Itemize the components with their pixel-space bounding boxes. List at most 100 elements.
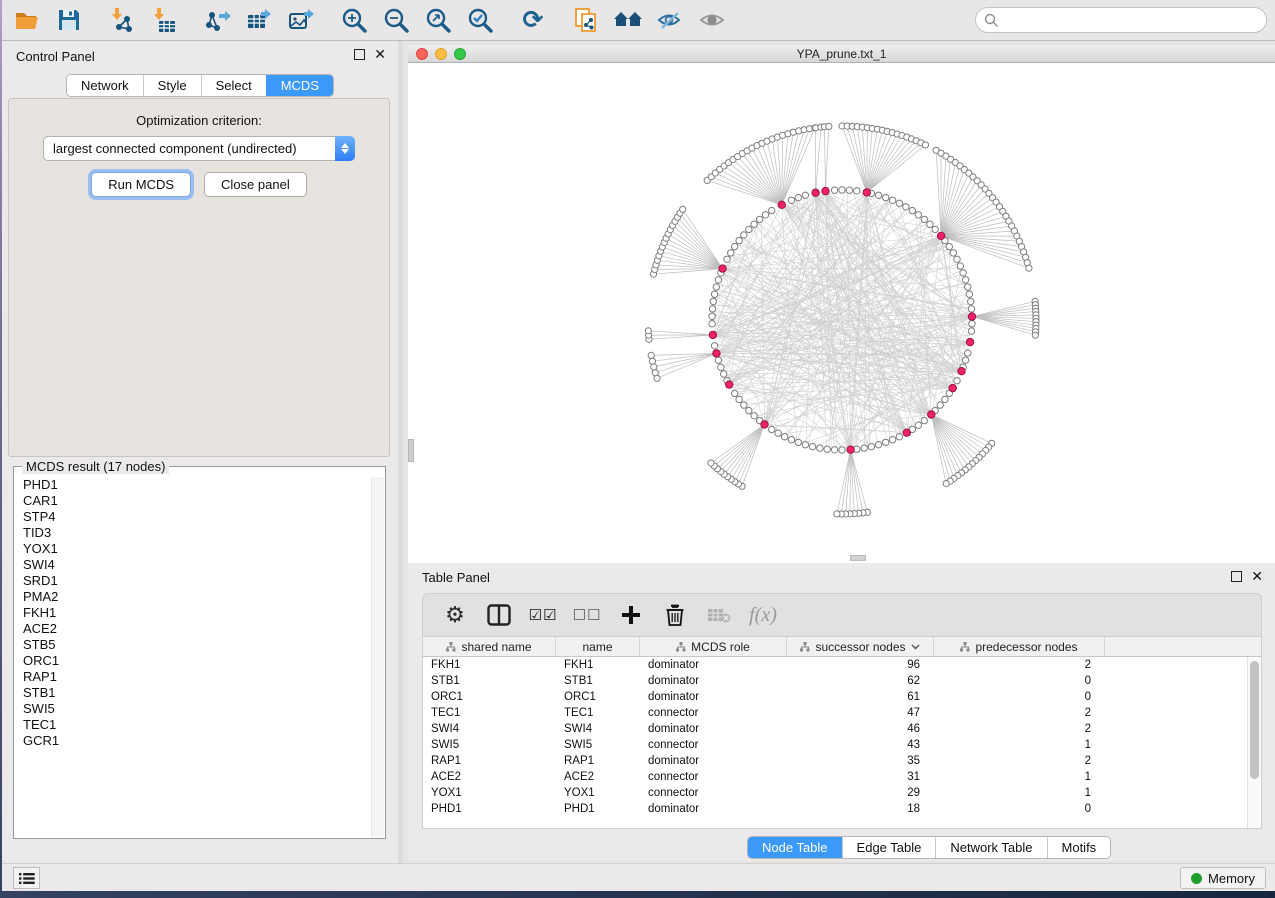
table-cell-mcds-role[interactable]: connector — [640, 769, 787, 785]
table-cell-predecessor-nodes[interactable]: 0 — [934, 689, 1105, 705]
table-row[interactable]: SWI5SWI5connector431 — [423, 737, 1247, 753]
table-row[interactable]: ORC1ORC1dominator610 — [423, 689, 1247, 705]
panel-splitter-handle[interactable] — [850, 555, 866, 561]
mcds-list-scrollbar[interactable] — [371, 477, 384, 837]
column-header-successor-nodes[interactable]: successor nodes — [787, 637, 934, 656]
zoom-in-icon[interactable] — [337, 3, 371, 37]
table-settings-icon[interactable]: ⚙ — [437, 597, 473, 633]
search-input[interactable] — [975, 7, 1267, 33]
table-row[interactable]: FKH1FKH1dominator962 — [423, 657, 1247, 673]
table-cell-successor-nodes[interactable]: 46 — [787, 721, 934, 737]
table-cell-mcds-role[interactable]: dominator — [640, 673, 787, 689]
mcds-result-item[interactable]: SWI5 — [15, 701, 371, 717]
table-cell-successor-nodes[interactable]: 96 — [787, 657, 934, 673]
table-cell-mcds-role[interactable]: connector — [640, 705, 787, 721]
table-cell-name[interactable]: ORC1 — [556, 689, 640, 705]
table-cell-shared-name[interactable]: FKH1 — [423, 657, 556, 673]
table-cell-name[interactable]: YOX1 — [556, 785, 640, 801]
mcds-result-item[interactable]: SRD1 — [15, 573, 371, 589]
table-cell-name[interactable]: STB1 — [556, 673, 640, 689]
mcds-result-item[interactable]: YOX1 — [15, 541, 371, 557]
mcds-result-item[interactable]: ORC1 — [15, 653, 371, 669]
table-cell-mcds-role[interactable]: dominator — [640, 721, 787, 737]
save-session-icon[interactable] — [52, 3, 86, 37]
mcds-result-item[interactable]: CAR1 — [15, 493, 371, 509]
table-scrollbar[interactable] — [1247, 657, 1261, 828]
mcds-result-item[interactable]: RAP1 — [15, 669, 371, 685]
tab-edge-table[interactable]: Edge Table — [842, 837, 936, 858]
table-cell-name[interactable]: SWI4 — [556, 721, 640, 737]
table-cell-shared-name[interactable]: PHD1 — [423, 801, 556, 817]
panel-splitter-handle[interactable] — [408, 439, 414, 462]
table-cell-shared-name[interactable]: TEC1 — [423, 705, 556, 721]
network-canvas[interactable] — [408, 63, 1275, 563]
table-cell-predecessor-nodes[interactable]: 0 — [934, 673, 1105, 689]
table-cell-name[interactable]: TEC1 — [556, 705, 640, 721]
import-table-icon[interactable] — [147, 3, 181, 37]
add-column-icon[interactable] — [613, 597, 649, 633]
table-row[interactable]: YOX1YOX1connector291 — [423, 785, 1247, 801]
zoom-out-icon[interactable] — [379, 3, 413, 37]
task-history-icon[interactable] — [13, 867, 40, 889]
tab-mcds[interactable]: MCDS — [266, 75, 333, 96]
column-header-name[interactable]: name — [556, 637, 640, 656]
zoom-selected-icon[interactable] — [463, 3, 497, 37]
open-file-icon[interactable] — [10, 3, 44, 37]
tab-network-table[interactable]: Network Table — [935, 837, 1046, 858]
mcds-result-item[interactable]: STB5 — [15, 637, 371, 653]
table-cell-predecessor-nodes[interactable]: 2 — [934, 721, 1105, 737]
minimize-window-icon[interactable] — [435, 48, 447, 60]
mcds-result-list[interactable]: PHD1CAR1STP4TID3YOX1SWI4SRD1PMA2FKH1ACE2… — [15, 477, 371, 837]
delete-column-icon[interactable] — [657, 597, 693, 633]
close-panel-icon[interactable]: ✕ — [1251, 571, 1263, 582]
table-cell-predecessor-nodes[interactable]: 2 — [934, 753, 1105, 769]
memory-button[interactable]: Memory — [1180, 867, 1266, 889]
table-cell-mcds-role[interactable]: dominator — [640, 753, 787, 769]
table-cell-mcds-role[interactable]: dominator — [640, 689, 787, 705]
maximize-window-icon[interactable] — [454, 48, 466, 60]
table-cell-successor-nodes[interactable]: 31 — [787, 769, 934, 785]
table-cell-mcds-role[interactable]: connector — [640, 785, 787, 801]
table-cell-predecessor-nodes[interactable]: 1 — [934, 785, 1105, 801]
show-all-icon[interactable] — [695, 3, 729, 37]
network-view-titlebar[interactable]: YPA_prune.txt_1 — [408, 45, 1275, 63]
column-header-predecessor-nodes[interactable]: predecessor nodes — [934, 637, 1105, 656]
table-row[interactable]: SWI4SWI4dominator462 — [423, 721, 1247, 737]
table-cell-mcds-role[interactable]: connector — [640, 737, 787, 753]
tab-style[interactable]: Style — [143, 75, 201, 96]
table-cell-shared-name[interactable]: ACE2 — [423, 769, 556, 785]
refresh-icon[interactable]: ⟳ — [516, 3, 550, 37]
hide-selected-icon[interactable] — [653, 3, 687, 37]
export-network-icon[interactable] — [200, 3, 234, 37]
table-cell-shared-name[interactable]: SWI4 — [423, 721, 556, 737]
table-cell-name[interactable]: SWI5 — [556, 737, 640, 753]
table-cell-shared-name[interactable]: STB1 — [423, 673, 556, 689]
zoom-fit-icon[interactable] — [421, 3, 455, 37]
close-panel-button[interactable]: Close panel — [204, 172, 307, 197]
table-cell-predecessor-nodes[interactable]: 1 — [934, 737, 1105, 753]
table-cell-successor-nodes[interactable]: 18 — [787, 801, 934, 817]
table-cell-shared-name[interactable]: ORC1 — [423, 689, 556, 705]
table-cell-successor-nodes[interactable]: 61 — [787, 689, 934, 705]
tab-node-table[interactable]: Node Table — [748, 837, 842, 858]
mcds-result-item[interactable]: PHD1 — [15, 477, 371, 493]
import-network-icon[interactable] — [105, 3, 139, 37]
table-cell-shared-name[interactable]: YOX1 — [423, 785, 556, 801]
table-cell-successor-nodes[interactable]: 62 — [787, 673, 934, 689]
mcds-result-item[interactable]: GCR1 — [15, 733, 371, 749]
table-cell-successor-nodes[interactable]: 47 — [787, 705, 934, 721]
table-cell-successor-nodes[interactable]: 43 — [787, 737, 934, 753]
table-cell-name[interactable]: PHD1 — [556, 801, 640, 817]
mcds-result-item[interactable]: TEC1 — [15, 717, 371, 733]
table-cell-predecessor-nodes[interactable]: 2 — [934, 657, 1105, 673]
table-cell-name[interactable]: FKH1 — [556, 657, 640, 673]
table-cell-successor-nodes[interactable]: 29 — [787, 785, 934, 801]
first-neighbors-icon[interactable] — [611, 3, 645, 37]
copy-icon[interactable] — [569, 3, 603, 37]
optimization-criterion-select[interactable]: largest connected component (undirected) — [43, 136, 355, 161]
split-view-icon[interactable] — [481, 597, 517, 633]
float-panel-icon[interactable] — [354, 49, 365, 60]
table-cell-name[interactable]: ACE2 — [556, 769, 640, 785]
mcds-result-item[interactable]: SWI4 — [15, 557, 371, 573]
table-cell-mcds-role[interactable]: dominator — [640, 801, 787, 817]
